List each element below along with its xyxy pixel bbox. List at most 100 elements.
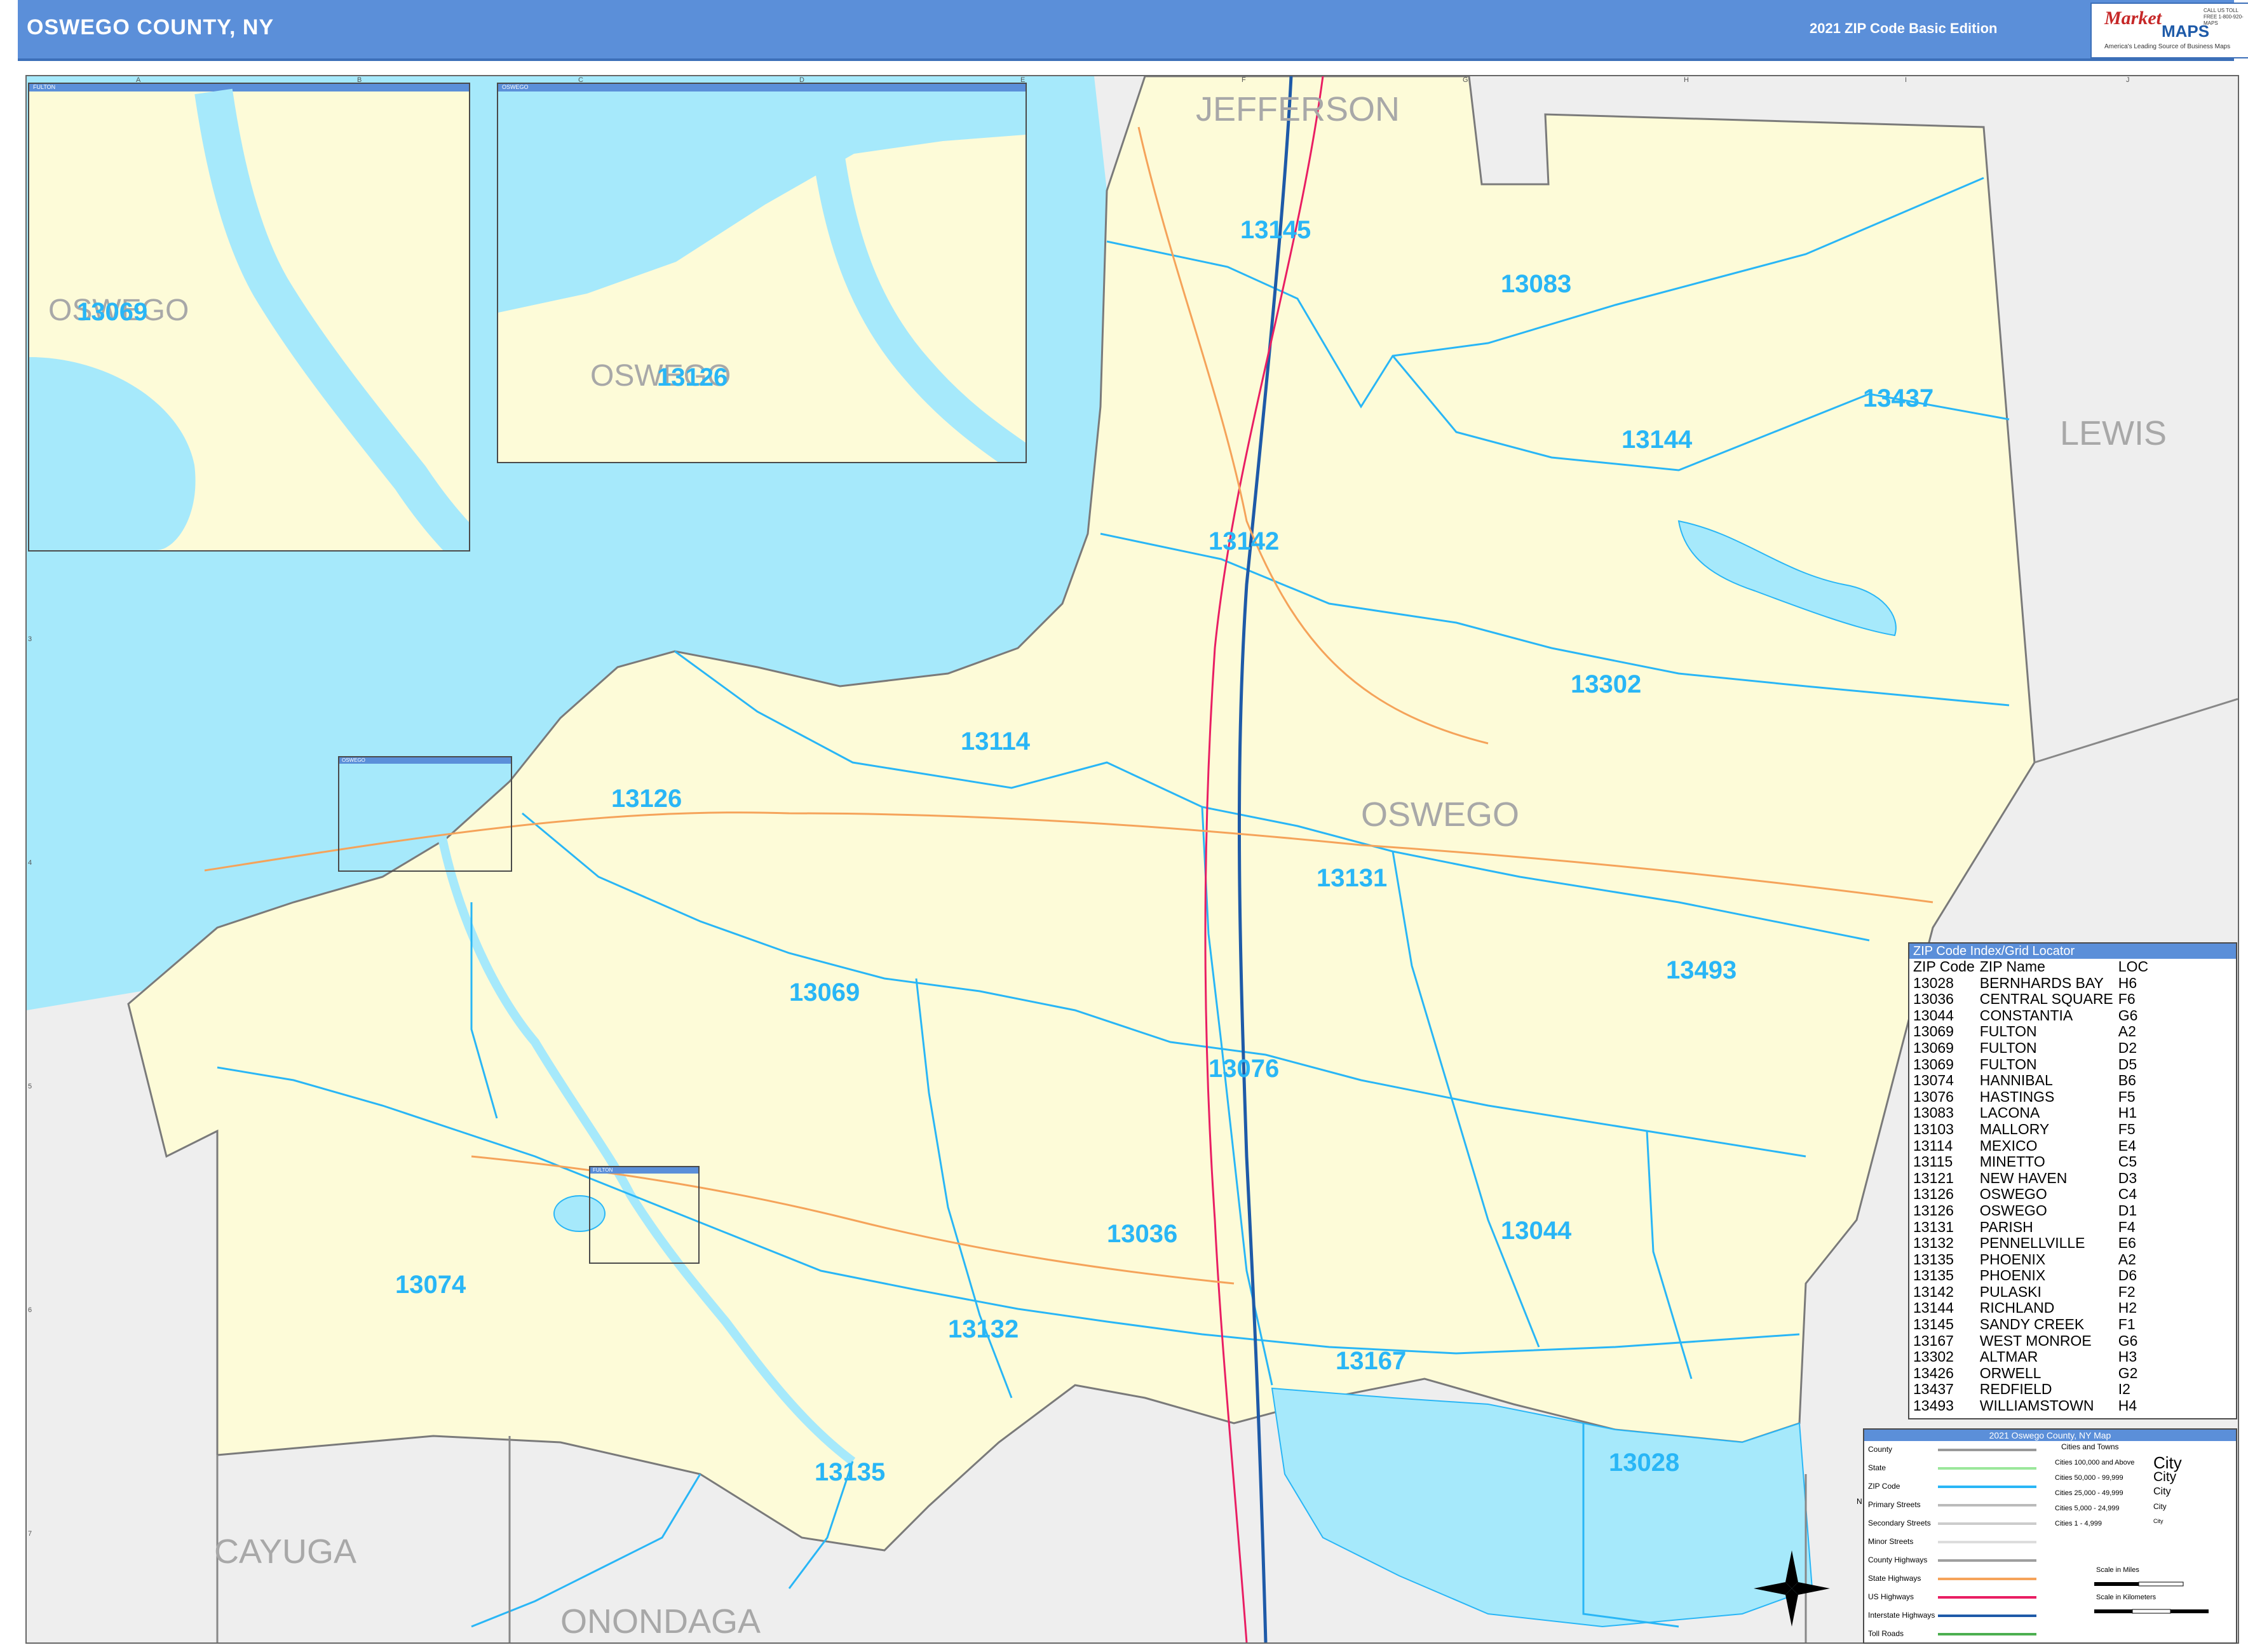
zip-label-13493[interactable]: 13493 [1666, 956, 1737, 984]
zip-index-row: 13493 WILLIAMSTOWN H4 [1913, 1397, 2153, 1414]
small-inset-oswego-label: OSWEGO [339, 757, 511, 764]
zip-label-13145[interactable]: 13145 [1240, 216, 1311, 244]
legend-line-item: Interstate Highways [1868, 1611, 2036, 1620]
zip-label-13083[interactable]: 13083 [1501, 270, 1571, 298]
grid-row-5: 5 [28, 1083, 32, 1090]
zip-index-cell-zip: 13036 [1913, 991, 1954, 1008]
zip-index-cell-name: REDFIELD [1979, 1381, 2052, 1398]
legend-line-swatch [1938, 1596, 2036, 1599]
zip-label-13114[interactable]: 13114 [961, 728, 1031, 755]
zip-index-cell-name: CENTRAL SQUARE [1979, 991, 2113, 1008]
zip-index-cell-zip: 13302 [1913, 1348, 1954, 1365]
legend-city-item: Cities 100,000 and Above City [2055, 1453, 2182, 1472]
county-label-oswego: OSWEGO [1361, 796, 1519, 834]
zip-index-row: 13135 PHOENIX D6 [1913, 1268, 2153, 1284]
zip-index-cell-zip: 13142 [1913, 1283, 1954, 1300]
zip-index-cell-zip: 13103 [1913, 1120, 1954, 1137]
zip-index-cell-zip: 13144 [1913, 1299, 1954, 1317]
zip-label-13142[interactable]: 13142 [1209, 527, 1279, 555]
zip-index-cell-zip: 13135 [1913, 1250, 1954, 1268]
zip-label-13044[interactable]: 13044 [1501, 1217, 1572, 1245]
inset-oswego-zip[interactable]: 13126 [657, 363, 728, 391]
legend-line-swatch [1938, 1449, 2036, 1451]
zip-index-cell-zip: 13145 [1913, 1316, 1954, 1333]
zip-index-row: 13069 FULTON D5 [1913, 1055, 2153, 1073]
zip-label-13302[interactable]: 13302 [1571, 670, 1641, 698]
zip-index-col-zip: ZIP Code [1913, 958, 1975, 975]
zip-index-col-loc: LOC [2118, 958, 2149, 975]
zip-label-13036[interactable]: 13036 [1107, 1220, 1177, 1248]
legend-city-label: Cities 1 - 4,999 [2055, 1520, 2102, 1527]
zip-index-cell-loc: G6 [2118, 1006, 2138, 1024]
logo-contact: CALL US TOLL FREE 1-800-920-MAPS [2204, 8, 2244, 26]
legend-city-item: Cities 1 - 4,999 City [2055, 1518, 2163, 1527]
zip-index-cell-name: FULTON [1979, 1039, 2037, 1056]
zip-index-cell-name: NEW HAVEN [1979, 1169, 2068, 1186]
legend-line-label: County Highways [1868, 1555, 1928, 1564]
zip-index-cell-zip: 13132 [1913, 1235, 1954, 1252]
zip-index-cell-loc: F6 [2118, 991, 2136, 1008]
zip-label-13076[interactable]: 13076 [1209, 1055, 1279, 1083]
zip-index-cell-name: PHOENIX [1979, 1267, 2046, 1284]
logo-word-market: Market [2104, 8, 2162, 29]
zip-index-cell-zip: 13114 [1913, 1137, 1953, 1154]
small-inset-fulton[interactable]: FULTON [589, 1166, 700, 1264]
zip-label-13074[interactable]: 13074 [395, 1271, 466, 1299]
zip-label-13126[interactable]: 13126 [611, 785, 682, 813]
inset-fulton-zip[interactable]: 13069 [77, 298, 147, 326]
zip-label-13131[interactable]: 13131 [1317, 864, 1387, 892]
zip-index-row: 13167 WEST MONROE G6 [1913, 1332, 2153, 1350]
zip-index-cell-loc: F4 [2118, 1218, 2136, 1235]
legend-city-sample: City [2153, 1470, 2177, 1484]
grid-col-f: F [1242, 76, 1246, 84]
zip-label-13144[interactable]: 13144 [1622, 426, 1693, 454]
main-map[interactable]: JEFFERSON LEWIS OSWEGO CAYUGA ONONDAGA 1… [25, 75, 2239, 1644]
zip-index-cell-loc: B6 [2118, 1072, 2136, 1089]
zip-index-cell-name: PULASKI [1979, 1283, 2041, 1300]
zip-index-cell-zip: 13126 [1913, 1186, 1954, 1203]
scale-km: Scale in Kilometers [2096, 1594, 2157, 1601]
market-maps-logo: Market MAPS America's Leading Source of … [2090, 3, 2248, 58]
legend-line-label: US Highways [1868, 1592, 1914, 1601]
legend-line-item: State [1868, 1463, 2036, 1472]
small-inset-fulton-label: FULTON [590, 1167, 698, 1174]
grid-col-j: J [2126, 76, 2130, 84]
zip-index-cell-name: RICHLAND [1979, 1299, 2055, 1317]
zip-label-13135[interactable]: 13135 [815, 1458, 885, 1486]
zip-label-13167[interactable]: 13167 [1336, 1347, 1406, 1375]
zip-index-cell-loc: I2 [2118, 1381, 2130, 1398]
legend-city-label: Cities 25,000 - 49,999 [2055, 1489, 2123, 1497]
zip-label-13437[interactable]: 13437 [1863, 384, 1933, 412]
zip-index-cell-loc: D1 [2118, 1202, 2137, 1219]
zip-index-row: 13135 PHOENIX A2 [1913, 1250, 2153, 1268]
zip-label-13132[interactable]: 13132 [948, 1315, 1019, 1343]
grid-row-7: 7 [28, 1530, 32, 1538]
zip-index-cell-zip: 13069 [1913, 1055, 1954, 1073]
zip-index-header-row: ZIP Code ZIP Name LOC [1913, 958, 2153, 975]
zip-index-cell-zip: 13076 [1913, 1088, 1954, 1105]
zip-index-cell-name: WILLIAMSTOWN [1979, 1397, 2094, 1414]
zip-index-cell-loc: F1 [2118, 1316, 2136, 1333]
zip-index-row: 13083 LACONA H1 [1913, 1105, 2153, 1121]
legend-line-label: Minor Streets [1868, 1537, 1914, 1546]
inset-fulton[interactable]: FULTON OSWEGO 13069 [28, 83, 470, 552]
small-inset-oswego[interactable]: OSWEGO [338, 756, 512, 872]
legend-line-label: ZIP Code [1868, 1482, 1900, 1491]
zip-index-cell-name: HANNIBAL [1979, 1072, 2053, 1089]
zip-index-cell-loc: F5 [2118, 1120, 2136, 1137]
legend-line-item: County Highways [1868, 1555, 2036, 1564]
zip-label-13069[interactable]: 13069 [789, 978, 860, 1006]
zip-index-cell-name: OSWEGO [1979, 1202, 2047, 1219]
zip-index-table: ZIP Code ZIP Name LOC 13028 BERNHARDS BAY… [1913, 958, 2153, 1414]
legend-line-item: State Highways [1868, 1574, 2036, 1583]
legend-line-label: Toll Roads [1868, 1629, 1904, 1638]
inset-oswego[interactable]: OSWEGO OSWEGO 13126 [497, 83, 1027, 463]
legend-line-label: State [1868, 1463, 1886, 1472]
zip-label-13028[interactable]: 13028 [1609, 1449, 1679, 1477]
zip-index-cell-loc: F2 [2118, 1283, 2136, 1300]
zip-index-cell-name: CONSTANTIA [1979, 1006, 2073, 1024]
zip-index-cell-name: LACONA [1979, 1104, 2040, 1121]
zip-index-cell-zip: 13083 [1913, 1104, 1954, 1121]
zip-index-row: 13302 ALTMAR H3 [1913, 1349, 2153, 1365]
zip-index-row: 13126 OSWEGO C4 [1913, 1186, 2153, 1203]
